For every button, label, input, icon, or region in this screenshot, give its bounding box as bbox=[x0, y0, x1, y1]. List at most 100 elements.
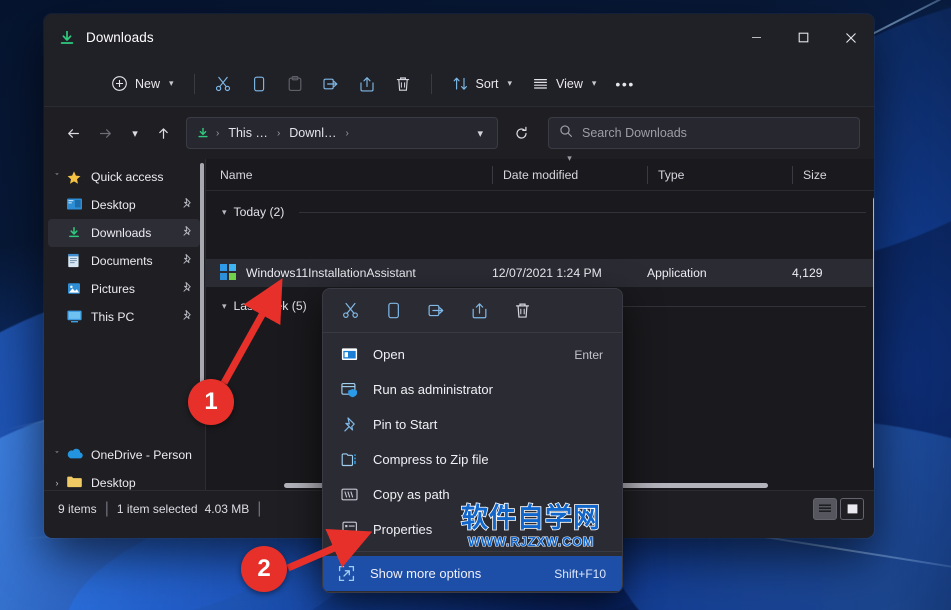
this-pc-icon bbox=[66, 309, 86, 325]
documents-folder-icon bbox=[66, 253, 86, 269]
column-header-date-modified[interactable]: ▾ Date modified bbox=[492, 153, 647, 191]
forward-button[interactable] bbox=[90, 118, 120, 148]
details-view-icon[interactable] bbox=[813, 497, 837, 520]
sidebar-item-documents[interactable]: Documents bbox=[48, 247, 200, 275]
status-selection-size: 4.03 MB bbox=[204, 501, 250, 516]
file-group-header-today[interactable]: ▾ Today (2) bbox=[206, 197, 874, 227]
column-header-label: Type bbox=[658, 167, 685, 182]
pin-icon[interactable] bbox=[181, 309, 194, 325]
file-size: 4,129 bbox=[792, 266, 823, 280]
chevron-down-icon: ▾ bbox=[507, 78, 513, 88]
breadcrumb[interactable]: › This … › Downl… › ▾ bbox=[186, 117, 498, 149]
column-header-name[interactable]: Name bbox=[220, 159, 492, 191]
context-menu-toolbar bbox=[323, 289, 622, 333]
context-menu-items: Open Enter Run as administrator Pin to S… bbox=[323, 333, 622, 591]
file-type: Application bbox=[647, 266, 707, 280]
back-button[interactable] bbox=[58, 118, 88, 148]
delete-button[interactable] bbox=[386, 68, 420, 100]
pin-icon[interactable] bbox=[181, 197, 194, 213]
column-header-label: Size bbox=[803, 167, 827, 182]
navigation-pane: ˇ Quick access Desktop Downloads Documen… bbox=[44, 159, 206, 490]
context-menu-item-copy-as-path[interactable]: Copy as path bbox=[326, 477, 619, 512]
view-icon bbox=[534, 79, 548, 89]
chevron-down-icon[interactable]: ˇ bbox=[48, 172, 66, 182]
share-icon[interactable] bbox=[468, 300, 490, 322]
share-button[interactable] bbox=[350, 68, 384, 100]
delete-icon bbox=[396, 76, 409, 91]
chevron-down-icon[interactable]: ▾ bbox=[222, 301, 227, 312]
table-row[interactable]: Windows11InstallationAssistant 12/07/202… bbox=[206, 259, 874, 287]
pin-icon[interactable] bbox=[181, 253, 194, 269]
sidebar-item-desktop[interactable]: Desktop bbox=[48, 191, 200, 219]
context-menu-item-run-as-administrator[interactable]: Run as administrator bbox=[326, 372, 619, 407]
window-controls bbox=[733, 14, 874, 61]
context-menu-item-label: Compress to Zip file bbox=[373, 452, 489, 467]
copy-button[interactable] bbox=[242, 68, 276, 100]
recent-locations-button[interactable]: ▾ bbox=[122, 118, 146, 148]
pictures-folder-icon bbox=[66, 281, 86, 297]
context-menu-item-show-more-options[interactable]: Show more options Shift+F10 bbox=[323, 556, 622, 591]
zip-folder-icon bbox=[340, 450, 359, 469]
new-button-label: New bbox=[135, 76, 161, 91]
search-icon bbox=[559, 124, 573, 143]
paste-icon bbox=[288, 75, 301, 91]
sidebar-item-label: Desktop bbox=[91, 476, 136, 490]
chevron-right-icon[interactable]: › bbox=[48, 478, 66, 488]
downloads-arrow-icon bbox=[58, 29, 76, 47]
status-item-count: 9 items bbox=[58, 501, 97, 516]
sidebar-item-this-pc[interactable]: This PC bbox=[48, 303, 200, 331]
breadcrumb-item-this-pc[interactable]: This … bbox=[223, 124, 273, 142]
vertical-scrollbar[interactable] bbox=[873, 197, 874, 469]
chevron-down-icon[interactable]: ˇ bbox=[48, 450, 66, 460]
sidebar-group-quick-access[interactable]: ˇ Quick access bbox=[48, 163, 200, 191]
sidebar-group-onedrive[interactable]: ˇ OneDrive - Person bbox=[48, 441, 200, 469]
sidebar-item-label: Desktop bbox=[91, 198, 136, 212]
copy-path-icon bbox=[340, 485, 359, 504]
view-button[interactable]: View ▾ bbox=[523, 68, 605, 100]
sort-button[interactable]: Sort ▾ bbox=[443, 68, 521, 100]
large-icons-view-icon[interactable] bbox=[840, 497, 864, 520]
column-header-label: Name bbox=[220, 167, 253, 182]
maximize-button[interactable] bbox=[780, 14, 827, 61]
minimize-button[interactable] bbox=[733, 14, 780, 61]
rename-button[interactable] bbox=[314, 68, 348, 100]
rename-icon[interactable] bbox=[425, 300, 447, 322]
cut-icon[interactable] bbox=[339, 300, 361, 322]
column-header-size[interactable]: Size bbox=[792, 159, 874, 191]
sidebar-item-downloads[interactable]: Downloads bbox=[48, 219, 200, 247]
title-bar: Downloads bbox=[44, 14, 874, 61]
search-input[interactable]: Search Downloads bbox=[548, 117, 860, 149]
expand-options-icon bbox=[337, 564, 356, 583]
context-menu-item-compress-to-zip[interactable]: Compress to Zip file bbox=[326, 442, 619, 477]
cut-icon bbox=[215, 76, 230, 91]
open-window-icon bbox=[340, 345, 359, 364]
up-button[interactable] bbox=[148, 118, 178, 148]
desktop-folder-icon bbox=[66, 197, 86, 213]
breadcrumb-dropdown-icon[interactable]: ▾ bbox=[469, 127, 491, 140]
pin-icon[interactable] bbox=[181, 225, 194, 241]
breadcrumb-item-downloads[interactable]: Downl… bbox=[284, 124, 341, 142]
breadcrumb-separator: › bbox=[276, 127, 281, 139]
sidebar-item-pictures[interactable]: Pictures bbox=[48, 275, 200, 303]
paste-button[interactable] bbox=[278, 68, 312, 100]
column-header-type[interactable]: Type bbox=[647, 159, 792, 191]
star-icon bbox=[66, 169, 86, 185]
close-button[interactable] bbox=[827, 14, 874, 61]
pin-icon[interactable] bbox=[181, 281, 194, 297]
shield-window-icon bbox=[340, 380, 359, 399]
breadcrumb-separator: › bbox=[345, 127, 349, 139]
refresh-button[interactable] bbox=[506, 118, 536, 148]
new-button[interactable]: New ▾ bbox=[102, 68, 183, 100]
cut-button[interactable] bbox=[206, 68, 240, 100]
context-menu-item-properties[interactable]: Properties bbox=[326, 512, 619, 547]
context-menu-item-pin-to-start[interactable]: Pin to Start bbox=[326, 407, 619, 442]
status-selection: 1 item selected bbox=[116, 501, 198, 516]
annotation-marker-label: 2 bbox=[257, 555, 271, 582]
context-menu-item-open[interactable]: Open Enter bbox=[326, 337, 619, 372]
delete-icon[interactable] bbox=[511, 300, 533, 322]
column-header-label: Date modified bbox=[503, 167, 579, 182]
more-options-button[interactable]: ••• bbox=[607, 68, 643, 100]
file-group-label: Last week (5) bbox=[233, 299, 307, 313]
copy-icon[interactable] bbox=[382, 300, 404, 322]
chevron-down-icon[interactable]: ▾ bbox=[222, 207, 227, 218]
